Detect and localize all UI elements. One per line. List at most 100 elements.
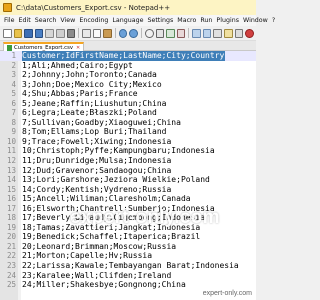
editor-line[interactable]: 12 11;Dru;Dunridge;Mulsa;Indonesia xyxy=(0,156,256,166)
line-text: 1;Ali;Ahmed;Cairo;Egypt xyxy=(22,60,133,70)
menu-view[interactable]: View xyxy=(60,17,75,24)
find-icon[interactable] xyxy=(144,28,154,38)
line-number: 12 xyxy=(6,156,16,166)
editor-line[interactable]: 6 5;Jeane;Raffin;Liushutun;China xyxy=(0,99,256,109)
record-macro-icon[interactable] xyxy=(245,28,254,38)
editor-line[interactable]: 22 21;Morton;Capelle;Hv;Russia xyxy=(0,251,256,261)
editor-line[interactable]: 3 2;Johnny;John;Toronto;Canada xyxy=(0,70,256,80)
cut-icon[interactable] xyxy=(82,28,91,38)
line-number: 11 xyxy=(6,146,16,156)
editor-line[interactable]: 20 19;Benedick;Schaffel;Itaperica;Brazil xyxy=(0,232,256,242)
print-icon[interactable] xyxy=(66,28,76,38)
line-text: 3;John;Doe;Mexico City;Mexico xyxy=(22,79,162,89)
show-all-characters-icon[interactable] xyxy=(224,28,233,38)
menu-run[interactable]: Run xyxy=(200,17,212,24)
menu-encoding[interactable]: Encoding xyxy=(79,17,108,24)
line-number: 4 xyxy=(11,79,16,89)
line-text: 7;Sullivan;Goadby;Xiaoguwei;China xyxy=(22,117,181,127)
line-number: 17 xyxy=(6,203,16,213)
menu-edit[interactable]: Edit xyxy=(19,17,31,24)
close-icon[interactable] xyxy=(45,28,54,38)
menu-file[interactable]: File xyxy=(4,17,15,24)
save-icon[interactable] xyxy=(24,28,33,38)
menu-help[interactable]: ? xyxy=(272,17,275,24)
toolbar-separator xyxy=(188,28,190,38)
line-text: 5;Jeane;Raffin;Liushutun;China xyxy=(22,98,167,108)
undo-icon[interactable] xyxy=(118,28,128,38)
line-text: 19;Benedick;Schaffel;Itaperica;Brazil xyxy=(22,232,201,242)
redo-icon[interactable] xyxy=(129,28,138,38)
copy-icon[interactable] xyxy=(92,28,102,38)
indent-guide-icon[interactable] xyxy=(234,28,244,38)
editor-line[interactable]: 2 1;Ali;Ahmed;Cairo;Egypt xyxy=(0,61,256,71)
editor-line[interactable]: 11 10;Christoph;Pyffe;Kampungbaru;Indones… xyxy=(0,146,256,156)
zoom-out-icon[interactable] xyxy=(176,28,186,38)
line-number: 23 xyxy=(6,261,16,271)
tab-bar: Customers_Export.csv ✕ xyxy=(0,41,256,51)
line-number: 18 xyxy=(6,213,16,223)
toolbar-separator xyxy=(114,28,116,38)
menu-settings[interactable]: Settings xyxy=(147,17,173,24)
line-number: 20 xyxy=(6,232,16,242)
line-text: 21;Morton;Capelle;Hv;Russia xyxy=(22,251,153,261)
line-text: 15;Ancell;Wiliman;Claresholm;Canada xyxy=(22,194,191,204)
editor-line[interactable]: 7 6;Legra;Leate;Błaszki;Poland xyxy=(0,108,256,118)
editor-line[interactable]: 25 24;Miller;Shakesbye;Gongnong;China xyxy=(0,280,256,290)
line-number: 21 xyxy=(6,241,16,251)
open-file-icon[interactable] xyxy=(13,28,23,38)
editor-line[interactable]: 9 8;Tom;Ellams;Lop Buri;Thailand xyxy=(0,127,256,137)
menu-language[interactable]: Language xyxy=(112,17,143,24)
line-text: 14;Cordy;Kentish;Vydreno;Russia xyxy=(22,184,172,194)
line-number: 10 xyxy=(6,136,16,146)
paste-icon[interactable] xyxy=(103,28,112,38)
editor-line[interactable]: 14 13;Lori;Garshore;Jeziora Wielkie;Polan… xyxy=(0,175,256,185)
window-title: C:\data\Customers_Export.csv - Notepad++ xyxy=(16,3,171,12)
text-editor[interactable]: 1 Customer;IdFirstName;LastName;City;Coun… xyxy=(0,51,256,300)
line-text: 20;Leonard;Brimman;Moscow;Russia xyxy=(22,241,177,251)
close-all-icon[interactable] xyxy=(55,28,65,38)
line-number: 2 xyxy=(11,60,16,70)
replace-icon[interactable] xyxy=(155,28,165,38)
sync-horizontal-icon[interactable] xyxy=(202,28,212,38)
tab-customers-export[interactable]: Customers_Export.csv ✕ xyxy=(3,42,85,51)
line-text: 9;Trace;Fowell;Xiwing;Indonesia xyxy=(22,136,172,146)
editor-line[interactable]: 1 Customer;IdFirstName;LastName;City;Coun… xyxy=(0,51,256,61)
menu-macro[interactable]: Macro xyxy=(177,17,196,24)
editor-line[interactable]: 10 9;Trace;Fowell;Xiwing;Indonesia xyxy=(0,137,256,147)
word-wrap-icon[interactable] xyxy=(213,28,223,38)
editor-line[interactable]: 16 15;Ancell;Wiliman;Claresholm;Canada xyxy=(0,194,256,204)
editor-line[interactable]: 15 14;Cordy;Kentish;Vydreno;Russia xyxy=(0,185,256,195)
line-number: 7 xyxy=(11,108,16,118)
editor-line[interactable]: 5 4;Shu;Abbas;Paris;France xyxy=(0,89,256,99)
sync-vertical-icon[interactable] xyxy=(192,28,201,38)
line-text: 13;Lori;Garshore;Jeziora Wielkie;Poland xyxy=(22,175,210,185)
menu-plugins[interactable]: Plugins xyxy=(216,17,239,24)
menu-bar: File Edit Search View Encoding Language … xyxy=(0,15,275,26)
toolbar xyxy=(0,26,256,41)
editor-line[interactable]: 13 12;Dud;Gravenor;Sandaogou;China xyxy=(0,166,256,176)
menu-search[interactable]: Search xyxy=(35,17,57,24)
window-titlebar: C:\data\Customers_Export.csv - Notepad++ xyxy=(0,0,256,15)
line-number: 1 xyxy=(0,51,16,61)
editor-line[interactable]: 23 22;Larissa;Kawale;Tembayangan Barat;In… xyxy=(0,261,256,271)
line-number: 14 xyxy=(6,175,16,185)
line-text: 6;Legra;Leate;Błaszki;Poland xyxy=(22,108,157,118)
line-number: 8 xyxy=(11,117,16,127)
editor-line[interactable]: 21 20;Leonard;Brimman;Moscow;Russia xyxy=(0,242,256,252)
editor-line[interactable]: 4 3;John;Doe;Mexico City;Mexico xyxy=(0,80,256,90)
file-saved-icon xyxy=(7,44,12,51)
watermark: expert-only.com xyxy=(70,207,220,228)
line-number: 13 xyxy=(6,165,16,175)
tab-label: Customers_Export.csv xyxy=(14,44,73,51)
line-number: 19 xyxy=(6,222,16,232)
new-file-icon[interactable] xyxy=(3,28,12,38)
tab-close-icon[interactable]: ✕ xyxy=(76,45,80,51)
editor-line[interactable]: 24 23;Karalee;Wall;Clifden;Ireland xyxy=(0,271,256,281)
line-text: 22;Larissa;Kawale;Tembayangan Barat;Indo… xyxy=(22,261,239,271)
editor-line[interactable]: 8 7;Sullivan;Goadby;Xiaoguwei;China xyxy=(0,118,256,128)
line-number: 25 xyxy=(6,280,16,290)
zoom-in-icon[interactable] xyxy=(166,28,175,38)
menu-window[interactable]: Window xyxy=(243,17,268,24)
save-all-icon[interactable] xyxy=(34,28,44,38)
notepad-plus-plus-app-icon xyxy=(3,3,12,12)
